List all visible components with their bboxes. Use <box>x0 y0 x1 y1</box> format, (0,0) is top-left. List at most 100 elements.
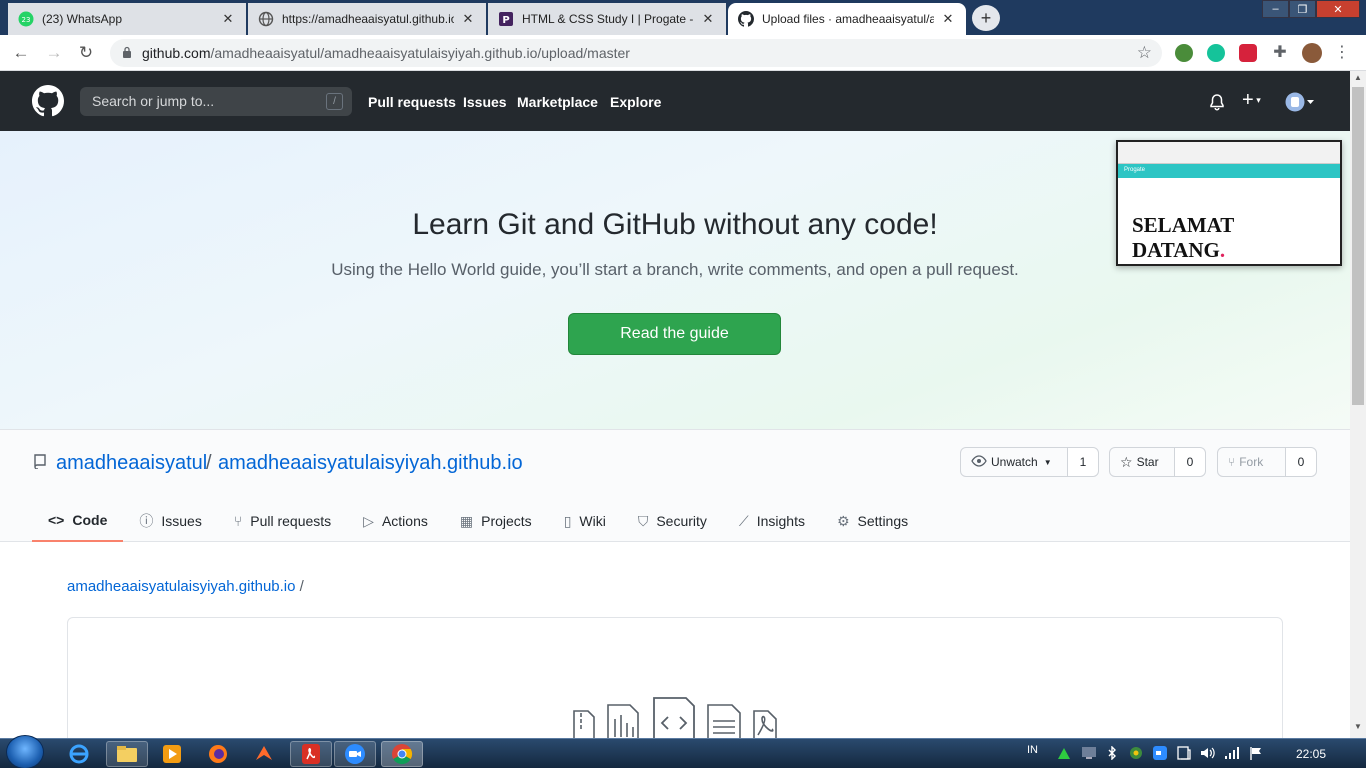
extension-globe-icon[interactable] <box>1175 44 1193 62</box>
notifications-bell-icon[interactable] <box>1209 94 1225 116</box>
close-tab-icon[interactable]: ✕ <box>940 11 956 27</box>
close-tab-icon[interactable]: ✕ <box>460 11 476 27</box>
tray-network-globe-icon[interactable] <box>1128 746 1144 763</box>
browser-menu-icon[interactable]: ⋮ <box>1333 44 1351 62</box>
extension-red-icon[interactable] <box>1239 44 1257 62</box>
start-button[interactable] <box>6 735 44 768</box>
floating-preview-window[interactable]: Progate SELAMAT DATANG. <box>1116 140 1342 266</box>
star-count[interactable]: 0 <box>1175 448 1205 476</box>
windows-taskbar: IN 22:05 <box>0 735 1366 768</box>
tab-wiki[interactable]: ▯ Wiki <box>548 500 622 542</box>
tray-zoom-icon[interactable] <box>1153 746 1167 763</box>
tab-projects[interactable]: ▦ Projects <box>444 500 548 542</box>
chrome-icon[interactable] <box>381 741 423 767</box>
tab-upload-files[interactable]: Upload files · amadheaaisyatul/am ✕ <box>728 3 966 35</box>
tab-code[interactable]: <> Code <box>32 500 124 542</box>
media-player-icon[interactable] <box>151 741 193 767</box>
firefox-icon[interactable] <box>197 741 239 767</box>
zoom-icon[interactable] <box>334 741 376 767</box>
tab-title: https://amadheaaisyatul.github.io <box>282 12 454 26</box>
maximize-button[interactable]: ❐ <box>1289 0 1316 18</box>
forward-arrow-icon[interactable]: → <box>43 43 65 63</box>
graph-icon: ⟋ <box>738 512 749 529</box>
gear-icon: ⚙ <box>836 512 850 529</box>
close-tab-icon[interactable]: ✕ <box>220 11 236 27</box>
tab-progate[interactable]: P HTML & CSS Study I | Progate - L ✕ <box>488 3 726 35</box>
repo-icon <box>34 454 46 470</box>
tab-settings[interactable]: ⚙ Settings <box>821 500 924 542</box>
tab-security[interactable]: ⛉ Security <box>622 500 723 542</box>
repo-owner-link[interactable]: amadheaaisyatul <box>56 452 207 475</box>
document-file-icon <box>707 704 741 742</box>
back-arrow-icon[interactable]: ← <box>10 43 32 63</box>
volume-icon[interactable] <box>1200 746 1216 763</box>
github-logo-icon[interactable] <box>32 85 64 117</box>
tray-monitor-icon[interactable] <box>1081 746 1097 763</box>
bookmark-star-icon[interactable]: ☆ <box>1137 43 1152 63</box>
grammarly-icon[interactable] <box>1207 44 1225 62</box>
adobe-reader-icon[interactable] <box>290 741 332 767</box>
url-path: /amadheaaisyatul/amadheaaisyatulaisyiyah… <box>210 45 630 61</box>
tab-actions[interactable]: ▷ Actions <box>347 500 444 542</box>
nav-pull-requests[interactable]: Pull requests <box>368 94 456 110</box>
fork-button[interactable]: ⑂ Fork <box>1218 448 1286 476</box>
tab-issues[interactable]: ⓘ Issues <box>123 500 217 542</box>
nav-issues[interactable]: Issues <box>463 94 507 110</box>
star-icon: ☆ <box>1120 453 1133 470</box>
tab-title: (23) WhatsApp <box>42 12 123 26</box>
repository-tabs: <> Code ⓘ Issues ⑂ Pull requests ▷ Actions ▦… <box>32 500 924 542</box>
file-explorer-icon[interactable] <box>106 741 148 767</box>
reload-icon[interactable]: ↻ <box>75 43 97 63</box>
close-tab-icon[interactable]: ✕ <box>700 11 716 27</box>
close-window-button[interactable]: ✕ <box>1316 0 1360 18</box>
fork-count[interactable]: 0 <box>1286 448 1316 476</box>
preview-browser-bar <box>1118 142 1340 164</box>
user-avatar-dropdown[interactable] <box>1285 92 1315 117</box>
github-search-input[interactable]: Search or jump to... / <box>80 87 352 116</box>
minimize-button[interactable]: – <box>1262 0 1289 18</box>
tab-whatsapp[interactable]: 23 (23) WhatsApp ✕ <box>8 3 246 35</box>
url-host: github.com <box>142 45 211 61</box>
tab-pull-requests[interactable]: ⑂ Pull requests <box>218 500 347 542</box>
tab-github-io[interactable]: https://amadheaaisyatul.github.io ✕ <box>248 3 486 35</box>
read-the-guide-button[interactable]: Read the guide <box>568 313 781 355</box>
github-icon <box>738 11 754 27</box>
app-bird-icon[interactable] <box>243 741 285 767</box>
internet-explorer-icon[interactable] <box>58 741 100 767</box>
tray-up-arrow-icon[interactable] <box>1057 746 1071 763</box>
unwatch-button[interactable]: Unwatch ▼ <box>961 448 1068 476</box>
new-tab-button[interactable]: + <box>972 5 1000 31</box>
tab-title: HTML & CSS Study I | Progate - L <box>522 12 694 26</box>
search-shortcut-key: / <box>326 93 343 110</box>
preview-heading: SELAMAT DATANG. <box>1132 213 1235 262</box>
caret-down-icon: ▼ <box>1043 457 1052 467</box>
profile-avatar[interactable] <box>1302 43 1322 63</box>
flag-notification-icon[interactable] <box>1249 746 1263 763</box>
address-bar[interactable]: github.com/amadheaaisyatul/amadheaaisyat… <box>110 39 1162 67</box>
star-button[interactable]: ☆ Star <box>1110 448 1175 476</box>
scroll-down-arrow-icon[interactable]: ▼ <box>1350 722 1366 736</box>
puzzle-extensions-icon[interactable]: ✚ <box>1271 44 1289 62</box>
code-file-icon <box>653 697 695 742</box>
nav-explore[interactable]: Explore <box>610 94 661 110</box>
scrollbar-thumb[interactable] <box>1352 87 1364 405</box>
breadcrumb-repo-link[interactable]: amadheaaisyatulaisyiyah.github.io <box>67 578 295 595</box>
repository-header: amadheaaisyatul / amadheaaisyatulaisyiya… <box>0 430 1350 542</box>
page-scrollbar[interactable]: ▲ ▼ <box>1350 71 1366 738</box>
watch-button-group: Unwatch ▼ 1 <box>960 447 1099 477</box>
create-new-plus-icon[interactable]: + ▾ <box>1242 89 1261 112</box>
repo-name-link[interactable]: amadheaaisyatulaisyiyah.github.io <box>218 452 523 475</box>
taskbar-clock[interactable]: 22:05 <box>1296 747 1326 761</box>
tab-title: Upload files · amadheaaisyatul/am <box>762 12 934 26</box>
scroll-up-arrow-icon[interactable]: ▲ <box>1350 73 1366 87</box>
signal-strength-icon[interactable] <box>1224 746 1240 763</box>
tab-insights[interactable]: ⟋ Insights <box>723 500 821 542</box>
progate-icon: P <box>498 11 514 27</box>
lock-icon <box>122 46 134 61</box>
action-center-icon[interactable] <box>1177 746 1191 763</box>
language-indicator[interactable]: IN <box>1027 744 1038 756</box>
github-header: Search or jump to... / Pull requests Iss… <box>0 71 1350 131</box>
nav-marketplace[interactable]: Marketplace <box>517 94 598 110</box>
bluetooth-icon[interactable] <box>1106 745 1118 763</box>
watch-count[interactable]: 1 <box>1068 448 1098 476</box>
